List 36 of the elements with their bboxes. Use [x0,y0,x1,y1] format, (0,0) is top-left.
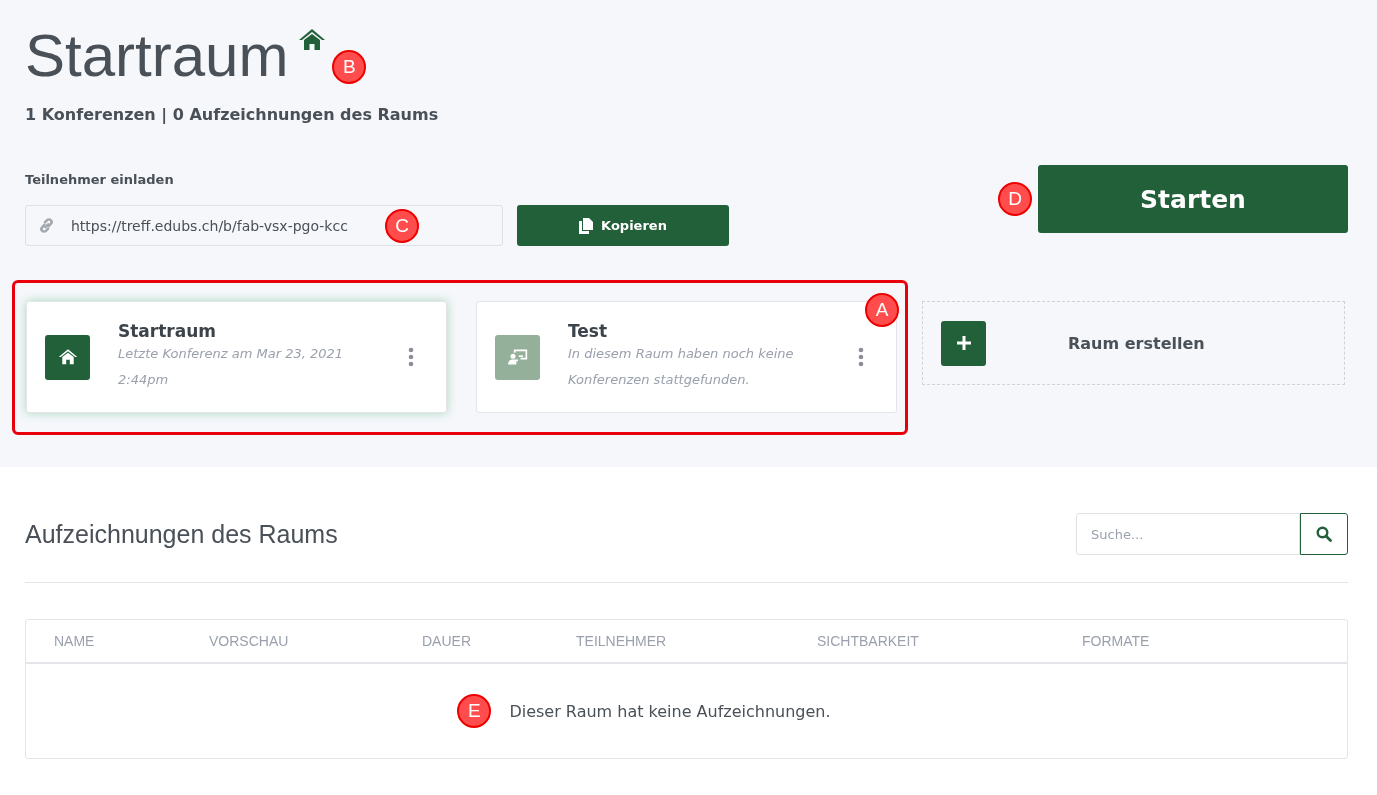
room-title: Startraum [25,21,289,91]
plus-icon [941,320,986,366]
column-header: DAUER [422,633,472,649]
more-options-icon[interactable] [858,347,864,367]
copy-icon [579,217,594,234]
room-name: Test [568,321,609,341]
room-stats: 1 Konferenzen | 0 Aufzeichnungen des Raums [25,105,440,124]
annotation-marker: D [998,182,1032,216]
create-room-label: Raum erstellen [1068,333,1205,353]
invite-url-field[interactable]: https://treff.edubs.ch/b/fab-vsx-pgo-kcc C [25,205,503,246]
annotation-marker: C [385,209,419,243]
column-header: NAME [54,633,96,649]
search-icon [1316,526,1332,542]
presenter-icon [507,348,528,366]
column-header: SICHTBARKEIT [817,633,920,649]
column-header: TEILNEHMER [576,633,668,649]
column-header: FORMATE [1082,633,1151,649]
start-button[interactable]: Starten [1038,165,1348,233]
copy-button[interactable]: Kopieren [517,205,729,246]
column-header: VORSCHAU [209,633,290,649]
room-card[interactable]: Startraum Letzte Konferenz am Mar 23, 2021 2:44pm [26,301,447,413]
search-button[interactable] [1300,513,1348,555]
annotation-marker: B [332,50,367,84]
link-icon [38,217,55,234]
room-subtitle: Letzte Konferenz am Mar 23, 2021 2:44pm [118,345,345,389]
room-subtitle: In diesem Raum haben noch keine Konferenzen stattgefunden. [568,345,795,389]
annotation-marker: A [865,293,899,327]
invite-label: Teilnehmer einladen [25,172,175,187]
create-room-card[interactable]: Raum erstellen [922,301,1345,385]
annotation-marker: E [457,694,492,728]
recordings-title: Aufzeichnungen des Raums [25,519,338,549]
home-icon [57,348,78,366]
empty-message: Dieser Raum hat keine Aufzeichnungen. [509,701,831,721]
more-options-icon[interactable] [408,347,414,367]
search-field[interactable]: Suche... [1076,513,1300,555]
room-name: Startraum [118,321,218,341]
